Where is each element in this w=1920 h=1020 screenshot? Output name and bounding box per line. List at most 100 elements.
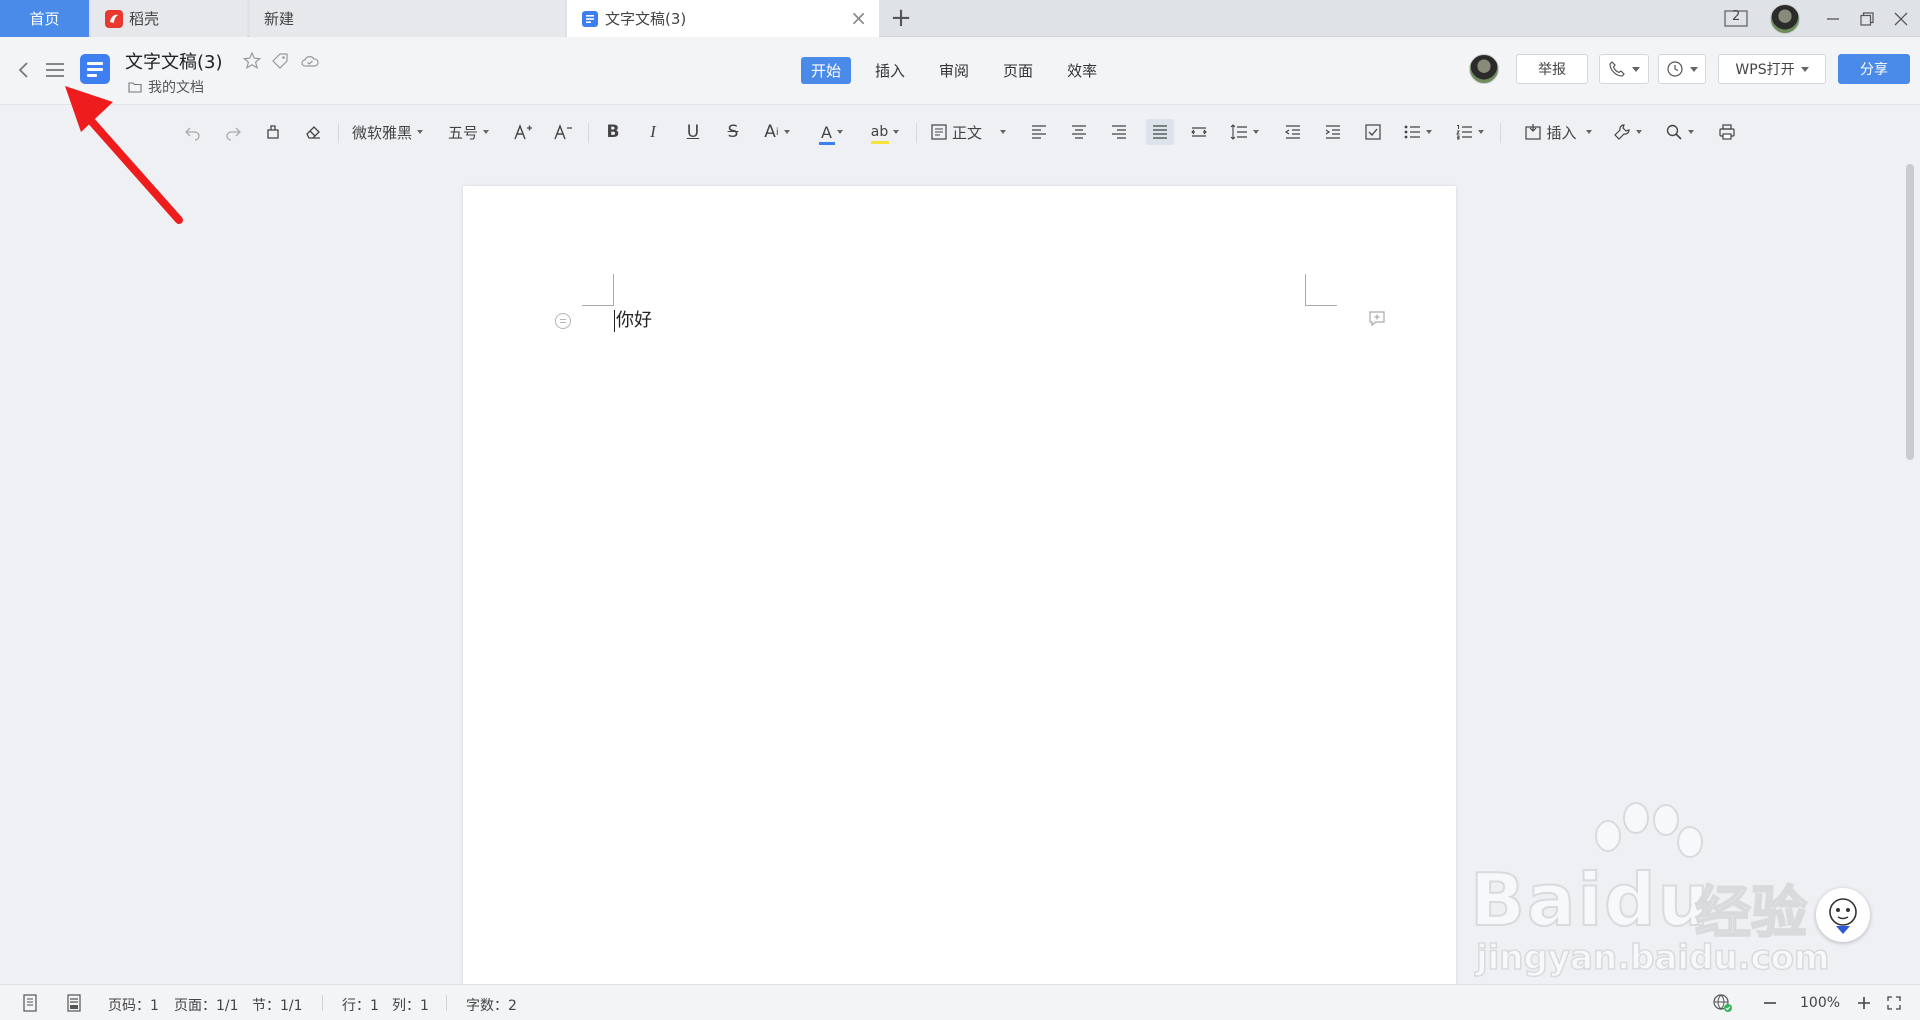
- tag-icon[interactable]: [270, 51, 290, 71]
- writer-doc-icon: [581, 10, 599, 28]
- history-button[interactable]: [1658, 54, 1706, 84]
- cloud-sync-icon[interactable]: [300, 51, 320, 71]
- grow-font-button[interactable]: [510, 119, 536, 145]
- font-color-button[interactable]: A: [814, 119, 850, 145]
- bullet-list-caret: [1425, 130, 1432, 134]
- paragraph-style-select[interactable]: 正文: [930, 119, 1014, 145]
- grow-font-icon: [514, 124, 532, 140]
- font-size-select[interactable]: 五号: [448, 119, 500, 145]
- user-avatar-top[interactable]: [1770, 4, 1800, 34]
- bullet-list-button[interactable]: [1398, 119, 1436, 145]
- print-button[interactable]: [1714, 119, 1740, 145]
- close-tab-icon[interactable]: ×: [850, 8, 867, 28]
- tab-document[interactable]: 文字文稿(3) ×: [567, 0, 879, 37]
- font-name-caret: [417, 130, 424, 134]
- daoke-logo-icon: [105, 9, 123, 28]
- font-size-value: 五号: [448, 123, 479, 142]
- bold-button[interactable]: B: [600, 119, 626, 145]
- online-status-icon[interactable]: [1712, 993, 1734, 1013]
- menu-tab-page[interactable]: 页面: [993, 57, 1043, 84]
- add-comment-icon[interactable]: [1368, 310, 1386, 328]
- annotation-arrow: [65, 86, 183, 224]
- tab-new[interactable]: 新建: [250, 0, 565, 37]
- call-button[interactable]: [1599, 54, 1649, 84]
- italic-button[interactable]: I: [640, 119, 666, 145]
- decrease-indent-button[interactable]: [1280, 119, 1306, 145]
- star-icon[interactable]: [242, 51, 262, 71]
- zoom-in-icon[interactable]: [1856, 995, 1872, 1011]
- tab-home[interactable]: 首页: [0, 0, 89, 37]
- title-bar: 文字文稿(3) 我的文档 开始 插入 审阅 页面 效率 举报 WPS打开 分享: [0, 37, 1920, 105]
- vertical-scrollbar[interactable]: [1906, 164, 1914, 460]
- shrink-font-button[interactable]: [550, 119, 576, 145]
- user-avatar[interactable]: [1469, 54, 1499, 84]
- fit-window-icon[interactable]: [1886, 995, 1902, 1011]
- watermark-brand-cn: 经验: [1694, 880, 1808, 947]
- report-button[interactable]: 举报: [1516, 54, 1588, 84]
- minimize-button[interactable]: [1818, 0, 1848, 37]
- strikethrough-button[interactable]: S: [720, 119, 746, 145]
- status-row: 行：1: [342, 998, 379, 1014]
- zoom-level[interactable]: 100%: [1800, 995, 1840, 1011]
- redo-button[interactable]: [220, 119, 246, 145]
- highlight-icon: ab: [870, 124, 889, 144]
- align-right-icon: [1112, 125, 1126, 139]
- printer-icon: [1719, 124, 1735, 140]
- checklist-button[interactable]: [1360, 119, 1386, 145]
- find-caret: [1687, 130, 1694, 134]
- toolbar-divider: [338, 123, 339, 143]
- underline-button[interactable]: U: [680, 119, 706, 145]
- window-count-button[interactable]: 2: [1722, 0, 1752, 37]
- share-button[interactable]: 分享: [1838, 54, 1910, 84]
- tab-document-label: 文字文稿(3): [605, 10, 687, 28]
- paragraph-style-value: 正文: [952, 123, 983, 142]
- highlight-button[interactable]: ab: [866, 119, 904, 145]
- find-button[interactable]: [1660, 119, 1698, 145]
- history-dropdown-caret: [1690, 66, 1698, 72]
- bullet-list-icon: [1404, 125, 1420, 139]
- insert-caret: [1585, 130, 1592, 134]
- tab-daoke[interactable]: 稻壳: [91, 0, 247, 37]
- status-divider: [322, 995, 323, 1011]
- align-left-button[interactable]: [1026, 119, 1052, 145]
- insert-button[interactable]: 插入: [1520, 119, 1596, 145]
- toolbar-divider: [916, 123, 917, 143]
- outline-view-icon[interactable]: [66, 994, 82, 1012]
- menu-tab-review[interactable]: 审阅: [929, 57, 979, 84]
- insert-label: 插入: [1546, 123, 1577, 142]
- status-page: 页面：1/1: [174, 998, 239, 1014]
- margin-corner-top-right: [1305, 274, 1337, 306]
- document-body-text[interactable]: 你好: [614, 310, 652, 332]
- line-spacing-button[interactable]: [1226, 119, 1262, 145]
- back-icon[interactable]: [14, 59, 34, 81]
- assistant-mascot-icon[interactable]: [1816, 888, 1870, 942]
- text-effect-button[interactable]: Ai: [760, 119, 794, 145]
- add-tab-button[interactable]: +: [890, 4, 912, 32]
- restore-button[interactable]: [1852, 0, 1882, 37]
- menu-tab-start[interactable]: 开始: [801, 57, 852, 84]
- wps-open-button[interactable]: WPS打开: [1718, 54, 1826, 84]
- clear-format-button[interactable]: [300, 119, 326, 145]
- zoom-out-icon[interactable]: [1762, 995, 1778, 1011]
- restore-icon: [1860, 11, 1874, 26]
- document-title[interactable]: 文字文稿(3): [125, 48, 223, 74]
- tools-button[interactable]: [1608, 119, 1646, 145]
- status-divider: [446, 995, 447, 1011]
- paragraph-handle-icon[interactable]: [555, 313, 571, 329]
- page-view-icon[interactable]: [22, 994, 38, 1012]
- menu-tab-efficiency[interactable]: 效率: [1057, 57, 1107, 84]
- font-name-select[interactable]: 微软雅黑: [352, 119, 436, 145]
- numbered-list-button[interactable]: [1450, 119, 1488, 145]
- increase-indent-button[interactable]: [1320, 119, 1346, 145]
- align-right-button[interactable]: [1106, 119, 1132, 145]
- distributed-align-button[interactable]: [1186, 119, 1212, 145]
- redo-icon: [226, 127, 241, 141]
- menu-tab-insert[interactable]: 插入: [865, 57, 915, 84]
- align-center-button[interactable]: [1066, 119, 1092, 145]
- format-painter-button[interactable]: [260, 119, 286, 145]
- search-icon: [1666, 124, 1682, 140]
- justify-button[interactable]: [1146, 119, 1174, 145]
- document-page[interactable]: 你好: [463, 186, 1456, 986]
- distributed-align-icon: [1191, 127, 1207, 137]
- close-window-button[interactable]: [1886, 0, 1916, 37]
